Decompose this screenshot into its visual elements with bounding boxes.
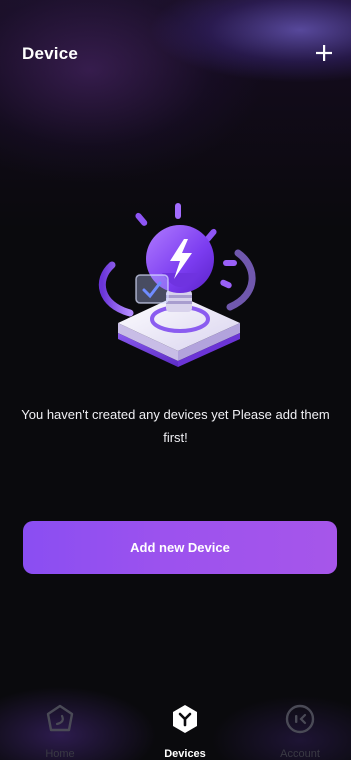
tab-account-label: Account: [280, 748, 320, 760]
smart-bulb-illustration: [90, 195, 265, 380]
tab-devices-label: Devices: [164, 748, 206, 760]
tab-account[interactable]: Account: [260, 690, 340, 760]
home-icon: [46, 704, 74, 732]
app-header: Device: [0, 0, 351, 110]
tab-home[interactable]: Home: [20, 690, 100, 760]
page-title: Device: [22, 44, 79, 63]
account-icon: [285, 704, 315, 734]
tab-home-label: Home: [45, 748, 75, 760]
add-new-device-button[interactable]: Add new Device: [23, 521, 337, 574]
plus-icon: [316, 45, 332, 61]
tab-devices[interactable]: Devices: [145, 690, 225, 760]
bulb-illustration-graphic: [98, 203, 256, 367]
add-device-header-button[interactable]: [311, 40, 337, 66]
empty-state-message: You haven't created any devices yet Plea…: [21, 407, 330, 445]
bottom-tab-bar: Home Devices Account: [0, 690, 351, 760]
devices-icon: [173, 705, 197, 733]
